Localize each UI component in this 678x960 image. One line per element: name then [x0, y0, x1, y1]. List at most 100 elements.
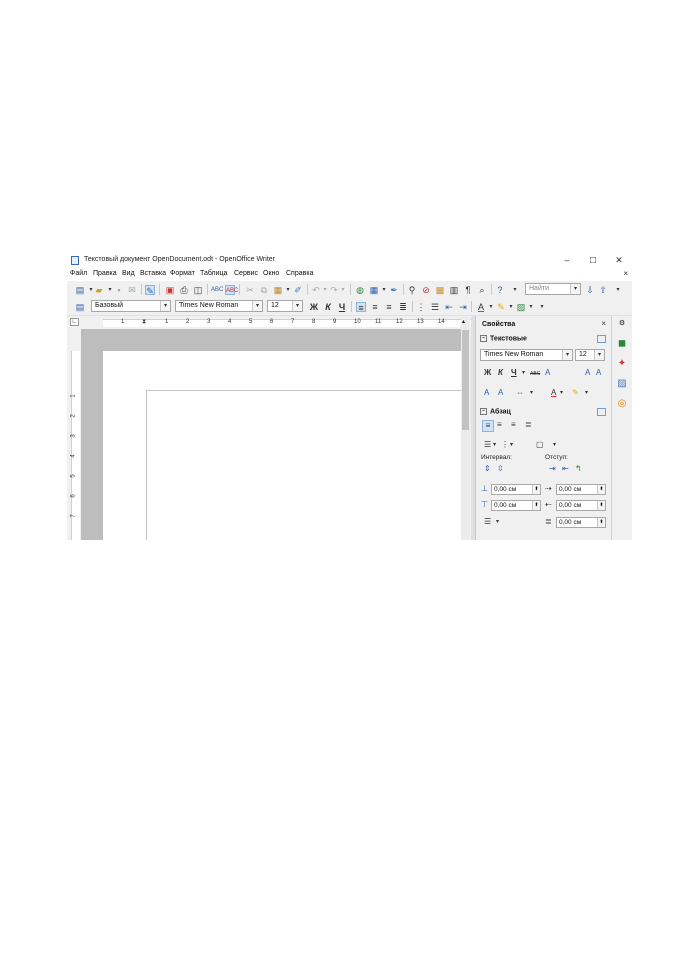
- chevron-down-icon[interactable]: ▾: [510, 440, 513, 450]
- menu-table[interactable]: Таблица: [200, 270, 227, 277]
- before-indent-field[interactable]: 0,00 см ⬍: [556, 484, 606, 495]
- sidebar-numbering-icon[interactable]: ⋮: [501, 440, 509, 450]
- hyperlink-icon[interactable]: ◍: [355, 285, 365, 295]
- more-options-icon[interactable]: [597, 335, 606, 343]
- underline-button[interactable]: Ч: [337, 302, 347, 312]
- sidebar-font-color-icon[interactable]: A: [551, 388, 556, 398]
- paste-icon[interactable]: ▦: [273, 285, 283, 295]
- font-color-icon[interactable]: A: [476, 302, 486, 312]
- after-indent-field[interactable]: 0,00 см ⬍: [556, 500, 606, 511]
- line-spacing-icon[interactable]: ☰: [484, 517, 491, 527]
- chevron-down-icon[interactable]: ▾: [594, 350, 604, 360]
- above-spacing-field[interactable]: 0,00 см ⬍: [491, 484, 541, 495]
- shrink-font-icon[interactable]: A: [596, 368, 601, 378]
- menu-insert[interactable]: Вставка: [140, 270, 166, 277]
- align-left-icon[interactable]: ≡: [356, 302, 366, 313]
- sidebar-bold-button[interactable]: Ж: [484, 368, 491, 378]
- styles-icon[interactable]: ▤: [75, 302, 85, 312]
- sidebar-align-right-icon[interactable]: ≡: [511, 420, 516, 430]
- numbering-icon[interactable]: ⋮: [416, 302, 426, 312]
- zoom-icon[interactable]: ⌕: [477, 285, 487, 295]
- chevron-down-icon[interactable]: ▾: [553, 440, 556, 450]
- spin-arrows-icon[interactable]: ⬍: [532, 501, 540, 510]
- sidebar-font-size[interactable]: 12 ▾: [575, 349, 605, 361]
- subscript-icon[interactable]: A: [498, 388, 503, 398]
- below-spacing-field[interactable]: 0,00 см ⬍: [491, 500, 541, 511]
- scrollbar-thumb[interactable]: [462, 330, 469, 430]
- chevron-down-icon[interactable]: ▾: [283, 285, 293, 295]
- chevron-down-icon[interactable]: ▾: [522, 368, 525, 378]
- print-icon[interactable]: ⎙: [179, 285, 189, 295]
- justify-icon[interactable]: ≣: [398, 302, 408, 312]
- shadow-icon[interactable]: A: [545, 368, 550, 378]
- find-replace-icon[interactable]: ⚲: [407, 285, 417, 295]
- first-line-indent-field[interactable]: 0,00 см ⬍: [556, 517, 606, 528]
- sidebar-increase-indent-icon[interactable]: ⇥: [549, 464, 556, 474]
- close-window-button[interactable]: ✕: [610, 254, 628, 267]
- cut-icon[interactable]: ✂: [245, 285, 255, 295]
- find-previous-icon[interactable]: ⇧: [598, 285, 608, 295]
- chevron-down-icon[interactable]: ▾: [493, 440, 496, 450]
- table-icon[interactable]: ▦: [369, 285, 379, 295]
- sidebar-align-center-icon[interactable]: ≡: [497, 420, 502, 430]
- gallery-tab-icon[interactable]: ▨: [616, 378, 628, 390]
- clone-formatting-icon[interactable]: ✐: [293, 285, 303, 295]
- chevron-down-icon[interactable]: ▾: [252, 301, 262, 311]
- email-icon[interactable]: ✉: [127, 285, 137, 295]
- bullets-icon[interactable]: ☰: [430, 302, 440, 312]
- indent-marker-icon[interactable]: ⧗: [142, 319, 146, 326]
- collapse-icon[interactable]: –: [480, 408, 487, 415]
- print-preview-icon[interactable]: ◫: [193, 285, 203, 295]
- chevron-down-icon[interactable]: ▾: [570, 284, 580, 294]
- tab-stop-selector[interactable]: ∟: [70, 318, 79, 326]
- chevron-down-icon[interactable]: ▾: [526, 302, 536, 312]
- spin-arrows-icon[interactable]: ⬍: [532, 485, 540, 494]
- document-page[interactable]: [103, 351, 461, 540]
- menu-file[interactable]: Файл: [70, 270, 87, 277]
- increase-indent-icon[interactable]: ⇥: [458, 302, 468, 312]
- decrease-spacing-icon[interactable]: ⇳: [497, 464, 504, 474]
- new-document-icon[interactable]: ▤: [75, 285, 85, 295]
- highlighting-icon[interactable]: ✎: [496, 302, 506, 312]
- gallery-icon[interactable]: ▩: [435, 285, 445, 295]
- data-sources-icon[interactable]: ▥: [449, 285, 459, 295]
- chevron-down-icon[interactable]: ▾: [496, 517, 499, 527]
- copy-icon[interactable]: ⧉: [259, 285, 269, 295]
- autospellcheck-icon[interactable]: ABC: [225, 285, 238, 295]
- decrease-indent-icon[interactable]: ⇤: [444, 302, 454, 312]
- hanging-indent-icon[interactable]: ↰: [575, 464, 582, 474]
- paragraph-section-header[interactable]: – Абзац: [480, 408, 511, 415]
- sidebar-align-left-icon[interactable]: ≡: [482, 420, 494, 432]
- draw-functions-icon[interactable]: ✒: [389, 285, 399, 295]
- menu-edit[interactable]: Правка: [93, 270, 117, 277]
- vertical-ruler[interactable]: 1 2 3 4 5 6 7: [67, 329, 81, 540]
- find-next-icon[interactable]: ⇩: [585, 285, 595, 295]
- maximize-button[interactable]: ☐: [584, 254, 602, 267]
- align-center-icon[interactable]: ≡: [370, 302, 380, 312]
- spellcheck-icon[interactable]: ABC: [211, 285, 223, 295]
- sidebar-font-name[interactable]: Times New Roman ▾: [480, 349, 573, 361]
- formatting-marks-icon[interactable]: ¶: [463, 285, 473, 295]
- export-pdf-icon[interactable]: ▣: [165, 285, 175, 295]
- help-icon[interactable]: ?: [495, 285, 505, 295]
- styles-tab-icon[interactable]: ✦: [616, 358, 628, 370]
- menu-view[interactable]: Вид: [122, 270, 135, 277]
- paragraph-background-icon[interactable]: ▢: [536, 440, 544, 450]
- chevron-down-icon[interactable]: ▾: [292, 301, 302, 311]
- menu-tools[interactable]: Сервис: [234, 270, 258, 277]
- bold-button[interactable]: Ж: [309, 302, 319, 312]
- superscript-icon[interactable]: A: [484, 388, 489, 398]
- chevron-down-icon[interactable]: ▾: [530, 388, 533, 398]
- more-options-icon[interactable]: [597, 408, 606, 416]
- menu-window[interactable]: Окно: [263, 270, 279, 277]
- toolbar-options-icon[interactable]: ▾: [510, 285, 520, 295]
- chevron-down-icon[interactable]: ▾: [486, 302, 496, 312]
- chevron-down-icon[interactable]: ▾: [585, 388, 588, 398]
- scroll-up-icon[interactable]: ▴: [462, 318, 465, 325]
- chevron-down-icon[interactable]: ▾: [379, 285, 389, 295]
- navigator-tab-icon[interactable]: ◎: [616, 398, 628, 410]
- sidebar-bullets-icon[interactable]: ☰: [484, 440, 491, 450]
- horizontal-ruler[interactable]: 1 ⧗ 1 2 3 4 5 6 7 8 9 10 11 12 13 14: [81, 316, 473, 328]
- sidebar-italic-button[interactable]: К: [498, 368, 503, 378]
- spin-arrows-icon[interactable]: ⬍: [597, 518, 605, 527]
